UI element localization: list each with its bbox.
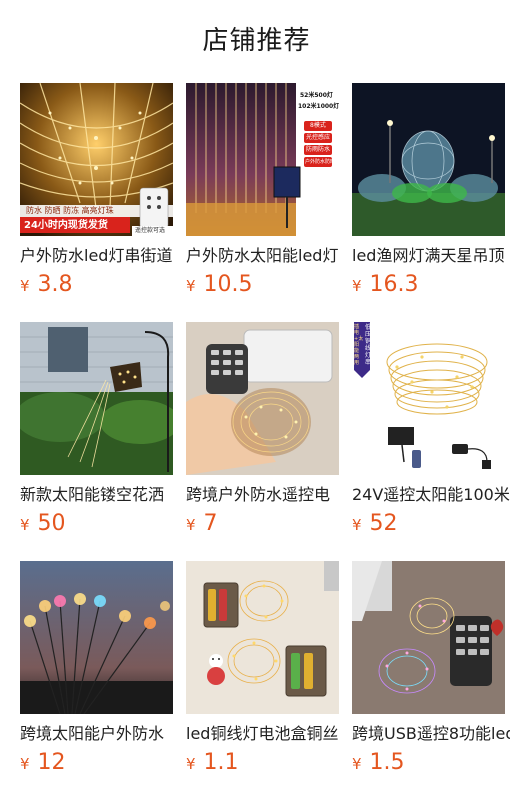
product-image[interactable]: 防水 防晒 防冻 高亮灯珠 24小时内现货发货 遥控款可选	[20, 83, 173, 236]
image-caption: 防水 防晒 防冻 高亮灯珠	[26, 206, 114, 215]
product-price: ¥16.3	[352, 270, 419, 300]
currency-symbol: ¥	[186, 516, 196, 534]
product-card[interactable]: led渔网灯满天星吊顶 ¥16.3	[352, 83, 505, 322]
price-value: 12	[37, 750, 66, 775]
product-image[interactable]	[186, 561, 339, 714]
product-image[interactable]	[20, 322, 173, 475]
product-price: ¥52	[352, 509, 398, 539]
product-image[interactable]	[352, 83, 505, 236]
image-caption: 24小时内现货发货	[24, 220, 108, 231]
price-value: 7	[203, 511, 218, 536]
product-name[interactable]: 户外防水led灯串街道	[20, 243, 178, 269]
product-image[interactable]: 低压铜线灯串 插电+太阳能两用	[352, 322, 505, 475]
currency-symbol: ¥	[20, 516, 30, 534]
image-caption: 遥控款可选	[135, 227, 166, 234]
price-value: 52	[369, 511, 398, 536]
product-name[interactable]: led铜线灯电池盒铜丝	[186, 721, 344, 747]
product-name[interactable]: 跨境户外防水遥控电	[186, 482, 344, 508]
product-price: ¥1.5	[352, 748, 405, 778]
currency-symbol: ¥	[352, 277, 362, 295]
product-card[interactable]: 防水 防晒 防冻 高亮灯珠 24小时内现货发货 遥控款可选 户外防水led灯串街…	[20, 83, 173, 322]
image-caption: 8模式	[310, 122, 326, 129]
product-card[interactable]: 跨境USB遥控8功能led ¥1.5	[352, 561, 510, 800]
currency-symbol: ¥	[186, 755, 196, 773]
currency-symbol: ¥	[20, 755, 30, 773]
product-price: ¥1.1	[186, 748, 239, 778]
product-name[interactable]: led渔网灯满天星吊顶	[352, 243, 510, 269]
shop-recommendations-page: 店铺推荐 防水 防晒 防冻 高亮灯珠 24小时内现货发货 遥控款可选 户外防水l…	[0, 0, 513, 800]
product-card[interactable]: 52米500灯 102米1000灯 8模式 光控感应 防雨防水 户外防水防晒 户…	[186, 83, 339, 322]
image-caption: 52米500灯	[300, 92, 333, 99]
product-card[interactable]: 低压铜线灯串 插电+太阳能两用 24V遥控太阳能100米 ¥52	[352, 322, 510, 561]
image-caption: 防雨防水	[306, 146, 331, 153]
product-price: ¥12	[20, 748, 66, 778]
image-caption: 光控感应	[306, 134, 331, 141]
product-name[interactable]: 跨境USB遥控8功能led	[352, 721, 510, 747]
image-caption: 102米1000灯	[298, 103, 339, 110]
product-image[interactable]	[352, 561, 505, 714]
product-image[interactable]	[186, 322, 339, 475]
product-price: ¥50	[20, 509, 66, 539]
product-image[interactable]: 52米500灯 102米1000灯 8模式 光控感应 防雨防水 户外防水防晒	[186, 83, 339, 236]
currency-symbol: ¥	[352, 755, 362, 773]
product-price: ¥3.8	[20, 270, 73, 300]
product-price: ¥10.5	[186, 270, 253, 300]
product-name[interactable]: 24V遥控太阳能100米	[352, 482, 510, 508]
price-value: 1.5	[369, 750, 405, 775]
product-name[interactable]: 户外防水太阳能led灯	[186, 243, 344, 269]
product-card[interactable]: 新款太阳能镂空花洒 ¥50	[20, 322, 173, 561]
product-card[interactable]: 跨境户外防水遥控电 ¥7	[186, 322, 339, 561]
product-grid: 防水 防晒 防冻 高亮灯珠 24小时内现货发货 遥控款可选 户外防水led灯串街…	[20, 83, 510, 800]
price-value: 10.5	[203, 272, 253, 297]
price-value: 3.8	[37, 272, 73, 297]
price-value: 16.3	[369, 272, 419, 297]
image-caption: 低压铜线灯串	[365, 324, 372, 366]
product-price: ¥7	[186, 509, 218, 539]
currency-symbol: ¥	[20, 277, 30, 295]
image-caption: 户外防水防晒	[305, 159, 336, 165]
product-card[interactable]: 跨境太阳能户外防水 ¥12	[20, 561, 173, 800]
product-image[interactable]	[20, 561, 173, 714]
product-name[interactable]: 跨境太阳能户外防水	[20, 721, 178, 747]
price-value: 50	[37, 511, 66, 536]
currency-symbol: ¥	[186, 277, 196, 295]
page-title: 店铺推荐	[202, 26, 311, 56]
product-card[interactable]: led铜线灯电池盒铜丝 ¥1.1	[186, 561, 339, 800]
currency-symbol: ¥	[352, 516, 362, 534]
price-value: 1.1	[203, 750, 239, 775]
image-caption: 插电+太阳能两用	[354, 324, 364, 366]
product-name[interactable]: 新款太阳能镂空花洒	[20, 482, 178, 508]
